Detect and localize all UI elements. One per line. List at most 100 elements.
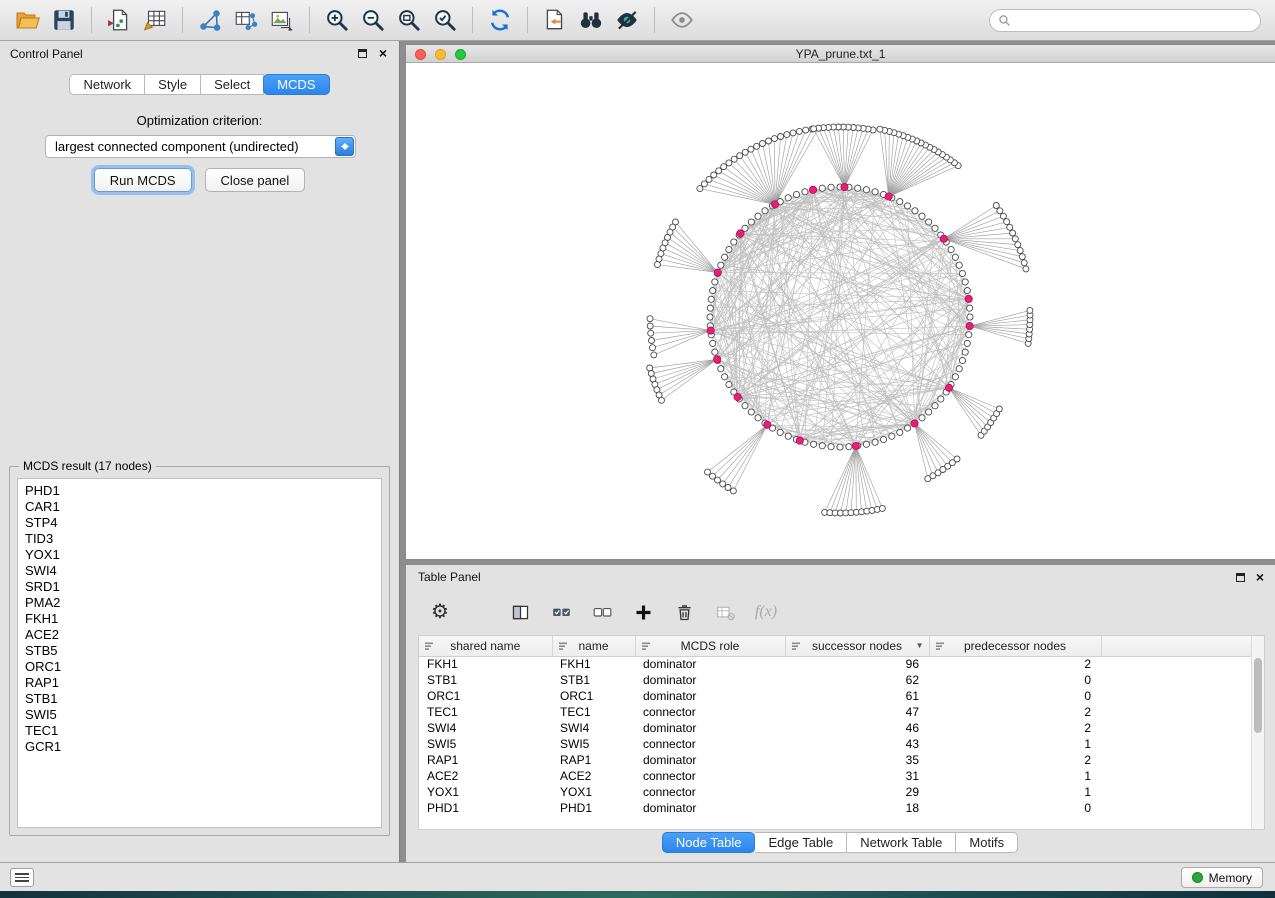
cell-name: SWI5	[552, 736, 635, 752]
toolbar-separator	[91, 7, 92, 33]
mcds-result-item[interactable]: ORC1	[18, 659, 381, 675]
cell-successor-nodes: 18	[785, 800, 929, 816]
deselect-all-button[interactable]	[590, 600, 614, 624]
tab-select[interactable]: Select	[201, 74, 264, 95]
column-header-shared-name[interactable]: shared name	[419, 636, 552, 656]
table-tabbar: Node TableEdge TableNetwork TableMotifs	[406, 832, 1275, 853]
sort-direction-icon: ▼	[916, 641, 924, 650]
tab-network-table[interactable]: Network Table	[847, 832, 956, 853]
zoom-fit-button[interactable]	[391, 3, 427, 37]
new-network-icon	[197, 7, 223, 33]
select-all-button[interactable]	[549, 600, 573, 624]
mcds-result-item[interactable]: STB1	[18, 691, 381, 707]
close-panel-icon[interactable]: ×	[379, 44, 387, 62]
table-row[interactable]: ACE2ACE2connector311	[419, 768, 1254, 784]
float-panel-icon[interactable]	[358, 49, 367, 58]
network-from-table-icon	[233, 7, 259, 33]
cell-name: ORC1	[552, 688, 635, 704]
zoom-in-button[interactable]	[319, 3, 355, 37]
table-scrollbar[interactable]	[1251, 636, 1264, 829]
table-row[interactable]: TEC1TEC1connector472	[419, 704, 1254, 720]
mcds-result-item[interactable]: STB5	[18, 643, 381, 659]
mcds-result-item[interactable]: PMA2	[18, 595, 381, 611]
mcds-result-item[interactable]: SWI5	[18, 707, 381, 723]
tab-mcds[interactable]: MCDS	[263, 74, 329, 95]
panel-toggle-button[interactable]	[10, 868, 34, 887]
cell-predecessor-nodes: 0	[929, 800, 1101, 816]
add-row-button[interactable]	[631, 600, 655, 624]
open-folder-button[interactable]	[10, 3, 46, 37]
mcds-result-list[interactable]: PHD1CAR1STP4TID3YOX1SWI4SRD1PMA2FKH1ACE2…	[17, 478, 382, 828]
search-icon	[998, 14, 1011, 27]
criterion-dropdown[interactable]: largest connected component (undirected)	[45, 135, 356, 158]
cell-name: SWI4	[552, 720, 635, 736]
cell-mcds-role: dominator	[635, 720, 785, 736]
table-panel-title: Table Panel	[418, 570, 481, 584]
mcds-result-item[interactable]: STP4	[18, 515, 381, 531]
network-window-title: YPA_prune.txt_1	[406, 47, 1275, 61]
zoom-selected-button[interactable]	[427, 3, 463, 37]
tab-network[interactable]: Network	[69, 74, 145, 95]
table-row[interactable]: STB1STB1dominator620	[419, 672, 1254, 688]
mcds-result-item[interactable]: CAR1	[18, 499, 381, 515]
node-table: shared namenameMCDS rolesuccessor nodes▼…	[418, 635, 1265, 830]
import-network-button[interactable]	[101, 3, 137, 37]
memory-label: Memory	[1209, 871, 1252, 885]
annotation-button[interactable]	[537, 3, 573, 37]
save-button[interactable]	[46, 3, 82, 37]
mcds-result-item[interactable]: SRD1	[18, 579, 381, 595]
table-row[interactable]: FKH1FKH1dominator962	[419, 656, 1254, 672]
table-row[interactable]: SWI5SWI5connector431	[419, 736, 1254, 752]
column-header-predecessor-nodes[interactable]: predecessor nodes	[929, 636, 1101, 656]
search-box[interactable]	[989, 9, 1261, 32]
zoom-out-button[interactable]	[355, 3, 391, 37]
show-hide-button[interactable]	[664, 3, 700, 37]
network-canvas[interactable]	[406, 64, 1275, 559]
import-table-button[interactable]	[137, 3, 173, 37]
column-header-name[interactable]: name	[552, 636, 635, 656]
export-image-button[interactable]	[264, 3, 300, 37]
search-input[interactable]	[1016, 14, 1252, 28]
new-network-button[interactable]	[192, 3, 228, 37]
mcds-result-item[interactable]: FKH1	[18, 611, 381, 627]
table-row[interactable]: SWI4SWI4dominator462	[419, 720, 1254, 736]
mcds-result-item[interactable]: SWI4	[18, 563, 381, 579]
network-from-table-button[interactable]	[228, 3, 264, 37]
column-header-successor-nodes[interactable]: successor nodes▼	[785, 636, 929, 656]
tab-node-table[interactable]: Node Table	[662, 832, 756, 853]
mcds-result-item[interactable]: YOX1	[18, 547, 381, 563]
mcds-result-item[interactable]: ACE2	[18, 627, 381, 643]
cell-successor-nodes: 46	[785, 720, 929, 736]
zoom-selected-icon	[432, 7, 458, 33]
mcds-result-item[interactable]: TEC1	[18, 723, 381, 739]
search-network-button[interactable]	[573, 3, 609, 37]
mcds-result-item[interactable]: TID3	[18, 531, 381, 547]
desktop-wallpaper-strip	[0, 891, 1275, 898]
memory-button[interactable]: Memory	[1181, 867, 1263, 888]
show-graphics-button[interactable]	[609, 3, 645, 37]
column-selector-button[interactable]	[508, 600, 532, 624]
scrollbar-thumb[interactable]	[1254, 658, 1262, 733]
run-mcds-button[interactable]: Run MCDS	[94, 168, 192, 192]
close-panel-button[interactable]: Close panel	[205, 168, 306, 192]
network-window: YPA_prune.txt_1	[406, 45, 1275, 559]
tab-edge-table[interactable]: Edge Table	[755, 832, 847, 853]
table-settings-button[interactable]: ⚙	[428, 600, 452, 624]
table-row[interactable]: YOX1YOX1connector291	[419, 784, 1254, 800]
table-row[interactable]: PHD1PHD1dominator180	[419, 800, 1254, 816]
table-row[interactable]: RAP1RAP1dominator352	[419, 752, 1254, 768]
column-header-mcds-role[interactable]: MCDS role	[635, 636, 785, 656]
float-table-panel-icon[interactable]	[1236, 573, 1245, 582]
mcds-result-item[interactable]: GCR1	[18, 739, 381, 755]
mcds-result-item[interactable]: PHD1	[18, 483, 381, 499]
tab-motifs[interactable]: Motifs	[956, 832, 1018, 853]
mcds-result-item[interactable]: RAP1	[18, 675, 381, 691]
table-disabled-icon	[715, 602, 736, 623]
zoom-fit-icon	[396, 7, 422, 33]
table-row[interactable]: ORC1ORC1dominator610	[419, 688, 1254, 704]
tab-style[interactable]: Style	[145, 74, 201, 95]
network-window-titlebar[interactable]: YPA_prune.txt_1	[406, 45, 1275, 63]
close-table-panel-icon[interactable]: ×	[1256, 568, 1264, 586]
refresh-layout-button[interactable]	[482, 3, 518, 37]
delete-row-button[interactable]	[672, 600, 696, 624]
